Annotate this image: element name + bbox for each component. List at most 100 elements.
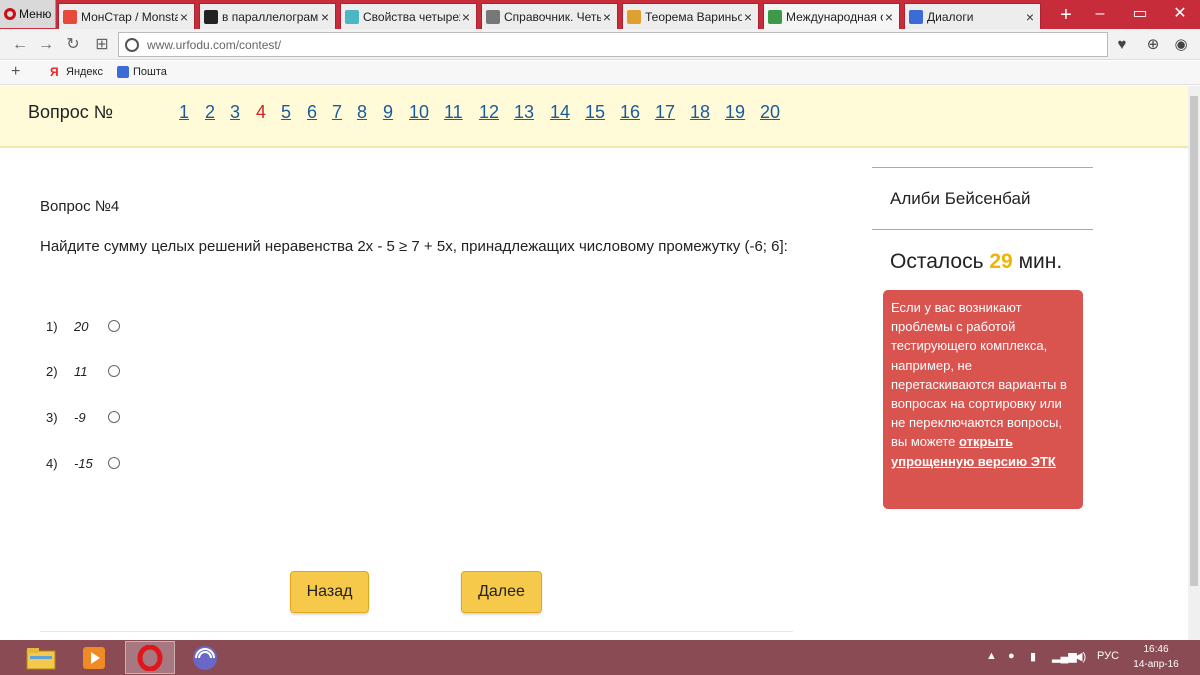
clock-time[interactable]: 16:46 [1130,644,1182,655]
bookmark-mail[interactable]: Пошта [117,66,167,78]
tab-close-icon[interactable]: × [319,9,331,25]
answer-value: -9 [74,409,86,425]
answer-value: 11 [74,363,88,379]
question-link-2[interactable]: 2 [205,102,215,123]
answer-radio[interactable] [108,457,120,469]
sidebar-divider [872,167,1093,168]
question-title: Вопрос №4 [40,198,120,215]
keyboard-language[interactable]: РУС [1097,650,1119,662]
sidebar-divider [872,229,1093,230]
add-bookmark-plus-icon[interactable]: + [11,63,20,81]
tab-title: Свойства четырехуг [363,9,460,24]
tab-title: Справочник. Четыр [504,9,601,24]
timer-value: 29 [989,250,1013,273]
answer-value: 20 [74,318,89,334]
tray-app-icon[interactable]: ● [1008,650,1015,662]
question-link-15[interactable]: 15 [585,102,605,123]
yandex-icon: Я [50,65,59,79]
user-name: Алиби Бейсенбай [890,189,1031,208]
maximize-icon[interactable]: ▭ [1120,0,1160,28]
page-scrollbar[interactable] [1188,86,1200,640]
tab-close-icon[interactable]: × [460,9,472,25]
alert-text: Если у вас возникают проблемы с работой … [891,300,1067,450]
tab-favicon-icon [63,9,77,24]
media-player-icon[interactable] [69,641,119,674]
question-link-4-current[interactable]: 4 [256,102,266,123]
tab-close-icon[interactable]: × [742,9,754,25]
answer-option-4[interactable]: 4) -15 [46,454,120,472]
answer-radio[interactable] [108,320,120,332]
answer-radio[interactable] [108,411,120,423]
tab-favicon-icon [627,9,641,24]
torrent-app-icon[interactable] [180,641,230,674]
browser-tab-active[interactable]: Международная олим × [763,3,900,29]
reload-icon[interactable]: ↻ [63,35,83,55]
clock-date[interactable]: 14-апр-16 [1130,659,1182,670]
browser-tab[interactable]: Свойства четырехуг × [340,3,477,29]
answer-number: 1) [46,318,58,334]
question-link-20[interactable]: 20 [760,102,780,123]
back-button[interactable]: Назад [290,571,369,613]
opera-menu-button[interactable]: Меню [0,0,56,28]
question-link-16[interactable]: 16 [620,102,640,123]
question-link-3[interactable]: 3 [230,102,240,123]
opera-browser-icon[interactable] [125,641,175,674]
answer-option-1[interactable]: 1) 20 [46,317,120,335]
question-link-14[interactable]: 14 [550,102,570,123]
back-arrow-icon[interactable]: ← [10,35,30,55]
tray-arrow-icon[interactable]: ▲ [986,650,997,662]
download-icon[interactable]: ⊕ [1143,35,1163,55]
question-link-18[interactable]: 18 [690,102,710,123]
question-link-7[interactable]: 7 [332,102,342,123]
heart-bookmark-icon[interactable]: ♥ [1112,35,1132,55]
forward-arrow-icon[interactable]: → [36,35,56,55]
scrollbar-thumb[interactable] [1190,96,1198,586]
tab-close-icon[interactable]: × [1024,9,1036,25]
answer-option-2[interactable]: 2) 11 [46,362,120,380]
help-alert-box: Если у вас возникают проблемы с работой … [883,290,1083,509]
question-link-13[interactable]: 13 [514,102,534,123]
question-link-9[interactable]: 9 [383,102,393,123]
tab-close-icon[interactable]: × [601,9,613,25]
tab-title: МонСтар / Monstar [81,9,178,24]
tab-close-icon[interactable]: × [178,9,190,25]
question-link-8[interactable]: 8 [357,102,367,123]
minimize-icon[interactable]: – [1080,0,1120,28]
tray-volume-icon[interactable]: ◀) [1074,650,1086,663]
browser-tab-bar: Меню МонСтар / Monstar × в параллелограм… [0,0,1200,29]
question-link-12[interactable]: 12 [479,102,499,123]
speed-dial-grid-icon[interactable]: ⊞ [92,35,112,55]
time-remaining: Осталось 29 мин. [890,250,1062,274]
browser-tab[interactable]: в параллелограмме × [199,3,336,29]
answer-option-3[interactable]: 3) -9 [46,408,120,426]
windows-taskbar: ▲ ● ▮ ▂▄▆ ◀) РУС 16:46 14-апр-16 [0,640,1200,675]
tab-title: в параллелограмме [222,9,319,24]
browser-tab[interactable]: Диалоги × [904,3,1041,29]
question-link-17[interactable]: 17 [655,102,675,123]
address-bar: ← → ↻ ⊞ www.urfodu.com/contest/ ♥ ⊕ ◉ [0,29,1200,60]
answer-radio[interactable] [108,365,120,377]
window-close-icon[interactable]: ✕ [1160,0,1200,28]
file-explorer-icon[interactable] [16,641,66,674]
question-link-1[interactable]: 1 [179,102,189,123]
extension-icon[interactable]: ◉ [1171,35,1191,55]
menu-label: Меню [19,7,52,21]
question-link-5[interactable]: 5 [281,102,291,123]
url-input[interactable]: www.urfodu.com/contest/ [118,32,1108,57]
question-link-11[interactable]: 11 [444,102,463,123]
tab-favicon-icon [768,9,782,24]
tab-title: Международная олим [786,9,883,24]
tray-network-icon[interactable]: ▮ [1030,650,1036,663]
bookmark-yandex[interactable]: Я Яндекс [50,66,103,78]
question-link-19[interactable]: 19 [725,102,745,123]
question-link-6[interactable]: 6 [307,102,317,123]
browser-tab[interactable]: Теорема Вариньона × [622,3,759,29]
site-info-icon[interactable] [125,37,139,52]
next-button[interactable]: Далее [461,571,542,613]
browser-tab[interactable]: МонСтар / Monstar × [58,3,195,29]
tray-signal-icon[interactable]: ▂▄▆ [1052,650,1077,663]
tab-close-icon[interactable]: × [883,9,895,25]
browser-tab[interactable]: Справочник. Четыр × [481,3,618,29]
question-link-10[interactable]: 10 [409,102,429,123]
new-tab-plus-icon[interactable]: + [1053,3,1079,29]
